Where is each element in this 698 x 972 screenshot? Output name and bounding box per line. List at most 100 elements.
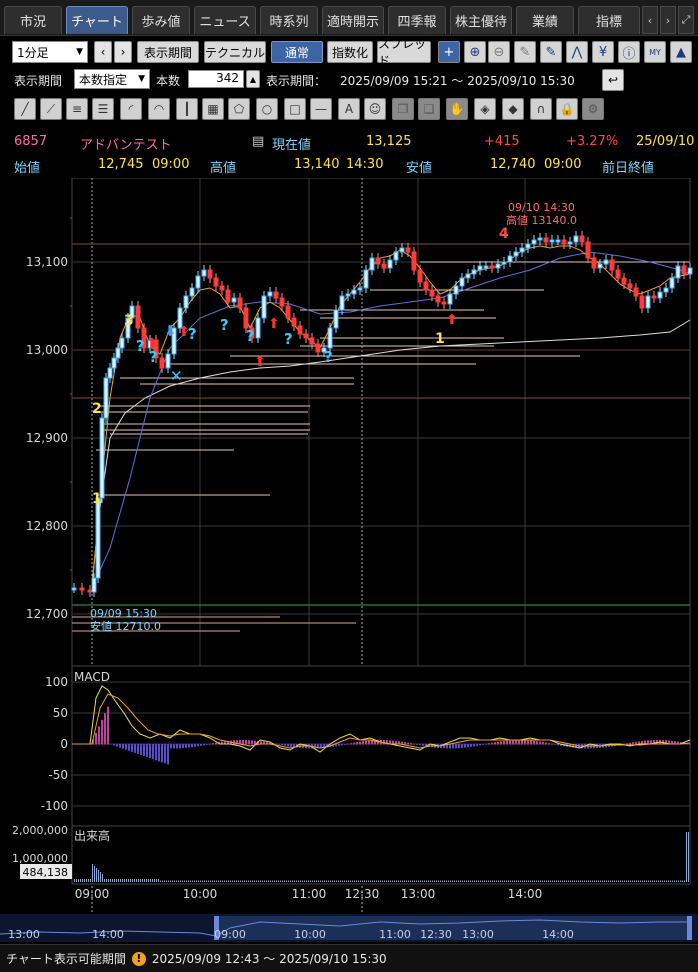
plus-icon[interactable]: + — [438, 41, 460, 63]
rect-tool-icon[interactable]: □ — [284, 98, 306, 120]
settings-icon[interactable]: ⚙ — [582, 98, 604, 120]
tab-more-icon[interactable]: ⤢ — [678, 6, 694, 34]
macd-bar — [536, 741, 538, 745]
volume-bar — [514, 880, 515, 882]
wave-label-1b: 1 — [435, 331, 445, 347]
macd-bar — [476, 744, 478, 746]
reset-icon[interactable]: ↩ — [602, 69, 624, 91]
candle — [435, 295, 441, 303]
volume-bar — [654, 880, 655, 882]
period-mode-select[interactable]: 本数指定 ▼ — [74, 69, 150, 89]
open-time: 09:00 — [152, 157, 190, 172]
lock-icon[interactable]: 🔒 — [556, 98, 578, 120]
normal-mode-button[interactable]: 通常 — [271, 41, 323, 63]
stock-code: 6857 — [14, 134, 48, 149]
prev-button[interactable]: ‹ — [94, 41, 112, 63]
tab-chart[interactable]: チャート — [66, 6, 128, 34]
tab-next-icon[interactable]: › — [660, 6, 676, 34]
icon-tool-icon[interactable]: ☺ — [364, 98, 386, 120]
grid-tool-icon[interactable]: ▦ — [202, 98, 224, 120]
index-mode-button[interactable]: 指数化 — [327, 41, 373, 63]
info-icon[interactable]: ⓘ — [618, 41, 640, 63]
candle — [483, 265, 489, 269]
vlines-tool-icon[interactable]: ┃ — [176, 98, 198, 120]
yen-icon[interactable]: ¥ — [592, 41, 614, 63]
macd-bar — [119, 744, 121, 748]
line-tool-icon[interactable]: ╱ — [14, 98, 36, 120]
zoom-out-icon[interactable]: ⊖ — [488, 41, 510, 63]
volume-bar — [168, 880, 169, 882]
volume-bar — [166, 880, 167, 882]
macd-bar — [488, 743, 490, 745]
doc-icon[interactable]: ▤ — [252, 134, 264, 149]
arc-tool-icon[interactable]: ◠ — [148, 98, 170, 120]
time-tick: 13:00 — [401, 887, 436, 901]
macd-bar — [629, 742, 631, 745]
volume-bar — [370, 880, 371, 882]
tab-ticks[interactable]: 歩み値 — [132, 6, 190, 34]
tab-market[interactable]: 市況 — [4, 6, 62, 34]
my-chart-icon[interactable]: MY — [644, 41, 666, 63]
hline-tool-icon[interactable]: ≡ — [66, 98, 88, 120]
circle-tool-icon[interactable]: ○ — [256, 98, 278, 120]
volume-bar — [362, 880, 363, 882]
macd-bar — [131, 744, 133, 752]
volume-bar — [90, 879, 91, 882]
next-button[interactable]: › — [114, 41, 132, 63]
main-panel — [71, 177, 691, 667]
volume-bar — [456, 880, 457, 882]
volume-bar — [336, 880, 337, 882]
pen-icon[interactable]: ✎ — [540, 41, 562, 63]
macd-bar — [281, 744, 283, 746]
volume-bar — [474, 880, 475, 882]
volume-bar — [502, 880, 503, 882]
volume-bar — [450, 880, 451, 882]
navigator-window[interactable] — [216, 916, 688, 940]
volume-bar — [116, 879, 117, 882]
warning-icon[interactable]: ! — [131, 951, 146, 966]
navigator-handle-right[interactable] — [687, 916, 692, 940]
spread-mode-button[interactable]: スプレッド — [377, 37, 431, 68]
candle — [273, 291, 279, 299]
tab-timeseries[interactable]: 時系列 — [260, 6, 318, 34]
eraser-tool-icon[interactable]: ◈ — [474, 98, 496, 120]
chart-toolbar: 1分足 ▼ ‹ › 表示期間 テクニカル 通常 指数化 スプレッド + ⊕ ⊖ … — [0, 37, 698, 68]
text-tool-icon[interactable]: A — [338, 98, 360, 120]
cursor-icon[interactable]: ✋ — [446, 98, 468, 120]
tab-prev-icon[interactable]: ‹ — [642, 6, 658, 34]
candle — [393, 251, 399, 261]
volume-bar — [488, 880, 489, 882]
tab-news[interactable]: ニュース — [194, 6, 256, 34]
channel-tool-icon[interactable]: ☰ — [92, 98, 114, 120]
tab-earnings[interactable]: 業績 — [516, 6, 574, 34]
hrule-tool-icon[interactable]: — — [310, 98, 332, 120]
volume-bar — [248, 880, 249, 882]
erase-all-icon[interactable]: ◆ — [502, 98, 524, 120]
navigator[interactable]: 13:00 14:00 09:00 10:00 11:00 12:30 13:0… — [0, 914, 698, 942]
interval-select[interactable]: 1分足 ▼ — [12, 41, 88, 63]
price-chart[interactable]: 1 2 3 4 1 ? ? ? ? ? ? ? ✕ ⬇ ⬆ ⬆ ⬆ ⬆ ⬆ 09… — [0, 177, 698, 920]
tab-shikiho[interactable]: 四季報 — [388, 6, 446, 34]
zoom-in-icon[interactable]: ⊕ — [464, 41, 486, 63]
count-stepper[interactable]: ▲ — [246, 70, 260, 88]
trend-icon[interactable]: ⋀ — [566, 41, 588, 63]
candle — [381, 263, 387, 269]
count-input[interactable]: 342 — [188, 70, 244, 88]
paste-icon[interactable]: ❏ — [418, 98, 440, 120]
macd-bar — [155, 744, 157, 761]
volume-bar — [620, 880, 621, 882]
volume-bar — [394, 880, 395, 882]
tab-benefits[interactable]: 株主優待 — [450, 6, 512, 34]
volume-bar — [198, 880, 199, 882]
pentagon-tool-icon[interactable]: ⬠ — [228, 98, 250, 120]
ray-tool-icon[interactable]: ⟋ — [40, 98, 62, 120]
eraser-icon[interactable]: ✎ — [514, 41, 536, 63]
copy-icon[interactable]: ❐ — [392, 98, 414, 120]
area-chart-icon[interactable]: ▲ — [670, 41, 692, 63]
technical-button[interactable]: テクニカル — [204, 41, 266, 63]
display-period-button[interactable]: 表示期間 — [137, 41, 199, 63]
tab-indicators[interactable]: 指標 — [578, 6, 640, 34]
magnet-icon[interactable]: ∩ — [530, 98, 552, 120]
fan-tool-icon[interactable]: ◜ — [120, 98, 142, 120]
tab-disclosure[interactable]: 適時開示 — [322, 6, 384, 34]
